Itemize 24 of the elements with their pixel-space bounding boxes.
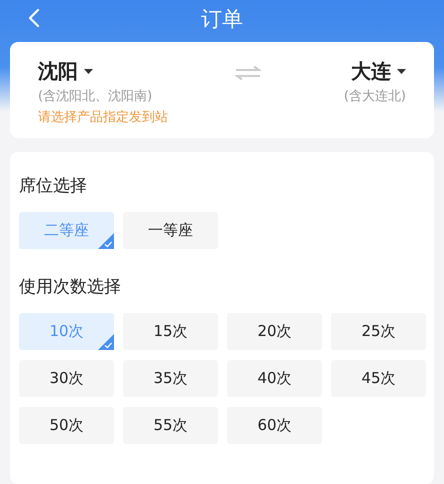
seat-option[interactable]: 一等座 bbox=[123, 212, 218, 249]
page-title: 订单 bbox=[201, 6, 243, 33]
section-title: 席位选择 bbox=[19, 175, 87, 197]
count-option[interactable]: 35次 bbox=[123, 360, 218, 397]
count-option[interactable]: 45次 bbox=[331, 360, 426, 397]
section-title: 使用次数选择 bbox=[19, 276, 121, 298]
count-option[interactable]: 40次 bbox=[227, 360, 322, 397]
to-station-note: (含大连北) bbox=[344, 88, 406, 105]
count-option[interactable]: 55次 bbox=[123, 407, 218, 444]
from-city-dropdown[interactable]: 沈阳 bbox=[38, 58, 93, 85]
check-corner-icon bbox=[98, 334, 114, 350]
count-option[interactable]: 60次 bbox=[227, 407, 322, 444]
to-city-dropdown[interactable]: 大连 bbox=[351, 58, 406, 85]
back-icon[interactable] bbox=[28, 8, 40, 28]
station-hint: 请选择产品指定发到站 bbox=[38, 109, 169, 126]
caret-icon bbox=[84, 69, 93, 74]
from-station-note: (含沈阳北、沈阳南) bbox=[38, 88, 152, 105]
check-corner-icon bbox=[98, 233, 114, 249]
count-option[interactable]: 20次 bbox=[227, 313, 322, 350]
count-option[interactable]: 15次 bbox=[123, 313, 218, 350]
count-option[interactable]: 30次 bbox=[19, 360, 114, 397]
count-option[interactable]: 25次 bbox=[331, 313, 426, 350]
caret-icon bbox=[397, 69, 406, 74]
count-option[interactable]: 50次 bbox=[19, 407, 114, 444]
